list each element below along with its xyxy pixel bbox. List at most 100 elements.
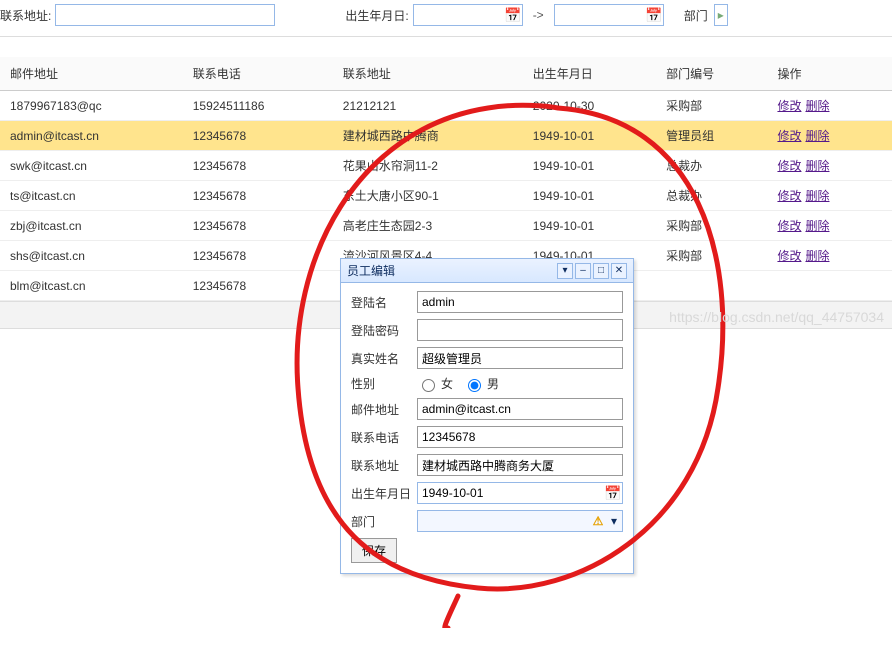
cell-email: shs@itcast.cn	[0, 241, 183, 271]
dialog-body: 登陆名 登陆密码 真实姓名 性别 女 男 邮件	[341, 283, 633, 573]
col-ops[interactable]: 操作	[767, 57, 892, 91]
col-birth[interactable]: 出生年月日	[523, 57, 656, 91]
calendar-icon[interactable]: 📅	[504, 6, 522, 24]
table-header-row: 邮件地址 联系电话 联系地址 出生年月日 部门编号 操作	[0, 57, 892, 91]
col-phone[interactable]: 联系电话	[183, 57, 333, 91]
input-address[interactable]	[417, 454, 623, 476]
filter-birth-from-input[interactable]	[414, 5, 504, 25]
cell-dept: 采购部	[656, 91, 767, 121]
filter-birth-label: 出生年月日:	[345, 7, 408, 24]
save-button[interactable]: 保存	[351, 538, 397, 563]
cell-birth: 2020-10-30	[523, 91, 656, 121]
cell-ops: 修改删除	[767, 121, 892, 151]
dialog-title-bar[interactable]: 员工编辑 ▾ – □ ✕	[341, 259, 633, 283]
filter-birth: 出生年月日: 📅 -> 📅	[345, 4, 663, 26]
input-birth[interactable]	[418, 483, 604, 503]
filter-birth-to[interactable]: 📅	[554, 4, 664, 26]
delete-link[interactable]: 删除	[805, 99, 829, 113]
warning-icon: ⚠	[590, 513, 606, 529]
edit-link[interactable]: 修改	[777, 249, 801, 263]
delete-link[interactable]: 删除	[805, 189, 829, 203]
edit-link[interactable]: 修改	[777, 219, 801, 233]
label-gender: 性别	[351, 375, 411, 392]
chevron-down-icon[interactable]: ▾	[606, 514, 622, 528]
filter-birth-to-input[interactable]	[555, 5, 645, 25]
cell-phone: 12345678	[183, 181, 333, 211]
input-login[interactable]	[417, 291, 623, 313]
edit-link[interactable]: 修改	[777, 99, 801, 113]
cell-address: 东土大唐小区90-1	[333, 181, 523, 211]
cell-address: 建材城西路中腾商	[333, 121, 523, 151]
label-realname: 真实姓名	[351, 350, 411, 367]
close-icon[interactable]: ✕	[611, 263, 627, 279]
cell-dept: 采购部	[656, 241, 767, 271]
radio-male-wrap[interactable]: 男	[463, 375, 499, 392]
input-password[interactable]	[417, 319, 623, 341]
cell-email: 1879967183@qc	[0, 91, 183, 121]
input-email[interactable]	[417, 398, 623, 420]
table-row[interactable]: admin@itcast.cn12345678建材城西路中腾商1949-10-0…	[0, 121, 892, 151]
table-row[interactable]: ts@itcast.cn12345678东土大唐小区90-11949-10-01…	[0, 181, 892, 211]
cell-email: zbj@itcast.cn	[0, 211, 183, 241]
cell-birth: 1949-10-01	[523, 151, 656, 181]
edit-link[interactable]: 修改	[777, 189, 801, 203]
cell-dept: 管理员组	[656, 121, 767, 151]
cell-ops: 修改删除	[767, 91, 892, 121]
cell-email: ts@itcast.cn	[0, 181, 183, 211]
collapse-icon[interactable]: ▾	[557, 263, 573, 279]
filter-dept-label: 部门	[684, 7, 708, 24]
range-arrow: ->	[527, 8, 550, 22]
gender-group: 女 男	[417, 375, 499, 392]
input-dept-wrap[interactable]: ⚠ ▾	[417, 510, 623, 532]
label-password: 登陆密码	[351, 322, 411, 339]
delete-link[interactable]: 删除	[805, 219, 829, 233]
minimize-icon[interactable]: –	[575, 263, 591, 279]
cell-email: blm@itcast.cn	[0, 271, 183, 301]
cell-ops: 修改删除	[767, 151, 892, 181]
watermark: https://blog.csdn.net/qq_44757034	[669, 309, 884, 325]
col-email[interactable]: 邮件地址	[0, 57, 183, 91]
label-login: 登陆名	[351, 294, 411, 311]
table-row[interactable]: zbj@itcast.cn12345678高老庄生态园2-31949-10-01…	[0, 211, 892, 241]
calendar-icon[interactable]: 📅	[604, 484, 622, 502]
cell-ops: 修改删除	[767, 211, 892, 241]
calendar-icon[interactable]: 📅	[645, 6, 663, 24]
filter-address-input[interactable]	[55, 4, 275, 26]
cell-address: 花果山水帘洞11-2	[333, 151, 523, 181]
delete-link[interactable]: 删除	[805, 129, 829, 143]
input-phone[interactable]	[417, 426, 623, 448]
cell-phone: 12345678	[183, 241, 333, 271]
delete-link[interactable]: 删除	[805, 249, 829, 263]
maximize-icon[interactable]: □	[593, 263, 609, 279]
cell-phone: 15924511186	[183, 91, 333, 121]
input-realname[interactable]	[417, 347, 623, 369]
label-phone: 联系电话	[351, 429, 411, 446]
cell-ops	[767, 271, 892, 301]
label-address: 联系地址	[351, 457, 411, 474]
col-dept[interactable]: 部门编号	[656, 57, 767, 91]
table-row[interactable]: 1879967183@qc15924511186212121212020-10-…	[0, 91, 892, 121]
input-birth-wrap[interactable]: 📅	[417, 482, 623, 504]
radio-female-wrap[interactable]: 女	[417, 375, 453, 392]
label-birth: 出生年月日	[351, 485, 411, 502]
cell-email: admin@itcast.cn	[0, 121, 183, 151]
edit-link[interactable]: 修改	[777, 129, 801, 143]
cell-birth: 1949-10-01	[523, 181, 656, 211]
radio-male[interactable]	[468, 379, 481, 392]
table-row[interactable]: swk@itcast.cn12345678花果山水帘洞11-21949-10-0…	[0, 151, 892, 181]
col-address[interactable]: 联系地址	[333, 57, 523, 91]
cell-ops: 修改删除	[767, 181, 892, 211]
cell-ops: 修改删除	[767, 241, 892, 271]
radio-female[interactable]	[422, 379, 435, 392]
filter-birth-from[interactable]: 📅	[413, 4, 523, 26]
cell-address: 高老庄生态园2-3	[333, 211, 523, 241]
filter-dept-dropdown[interactable]: ▸	[714, 4, 728, 26]
cell-address: 21212121	[333, 91, 523, 121]
cell-birth: 1949-10-01	[523, 211, 656, 241]
filter-dept: 部门 ▸	[684, 4, 728, 26]
delete-link[interactable]: 删除	[805, 159, 829, 173]
cell-dept: 采购部	[656, 211, 767, 241]
cell-birth: 1949-10-01	[523, 121, 656, 151]
label-email: 邮件地址	[351, 401, 411, 418]
edit-link[interactable]: 修改	[777, 159, 801, 173]
